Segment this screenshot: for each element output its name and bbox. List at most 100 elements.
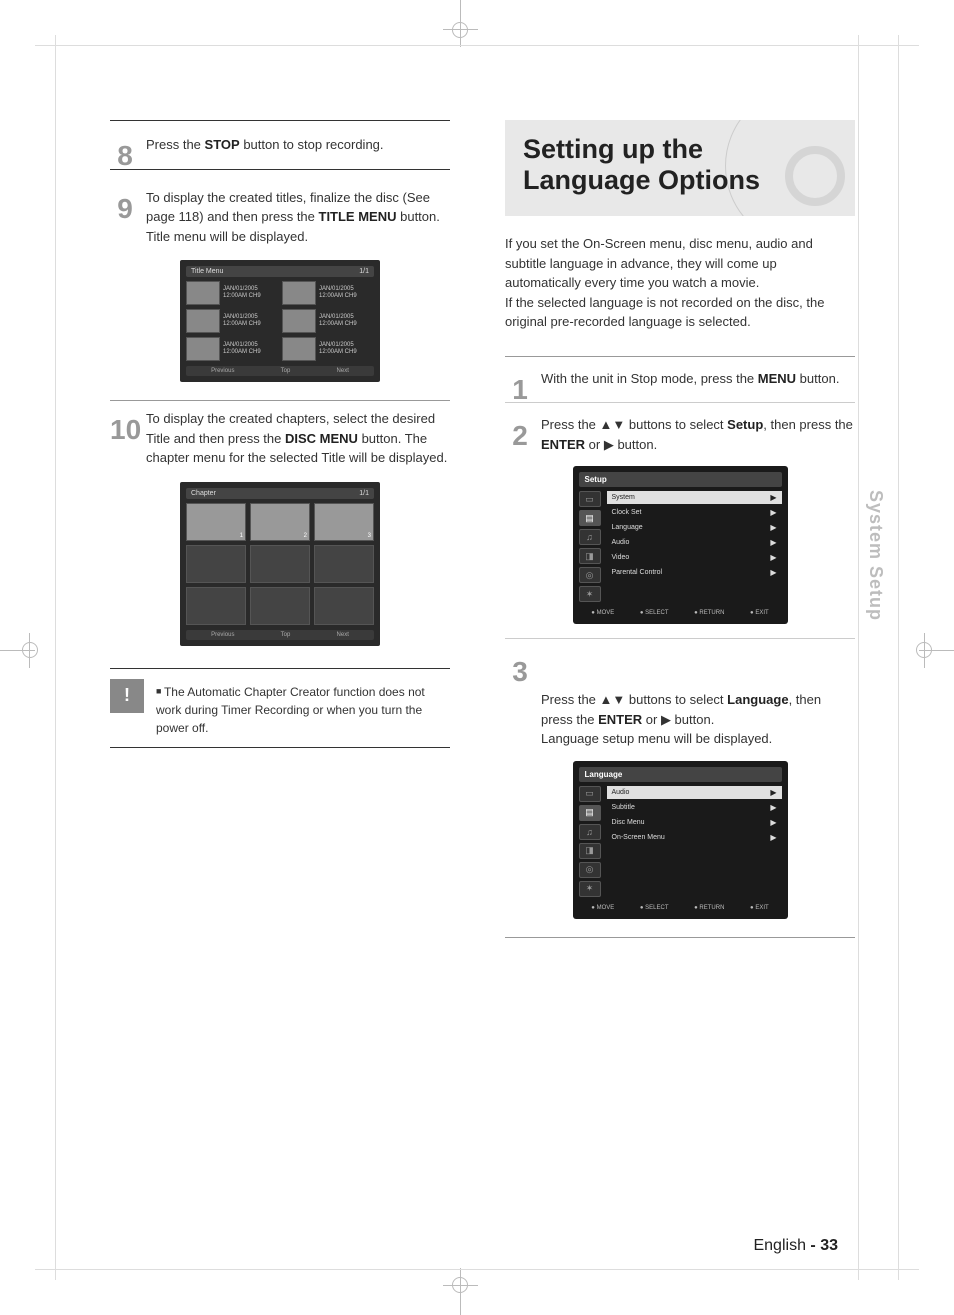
title-menu-screenshot: Title Menu 1/1 JAN/01/200512:00AM CH9 JA… (180, 260, 380, 382)
step-number: 8 (110, 135, 140, 177)
library-icon: ▭ (579, 786, 601, 802)
right-column: Setting up the Language Options If you s… (505, 120, 855, 1240)
title-cell: JAN/01/200512:00AM CH9 (282, 337, 374, 361)
left-column: 8 Press the STOP button to stop recordin… (110, 120, 450, 1240)
library-icon: ▭ (579, 491, 601, 507)
thumbnail (186, 337, 220, 361)
chapter-cell-empty (250, 545, 310, 583)
step-text: Press the ▲▼ buttons to select Setup, th… (541, 417, 853, 452)
disc-icon: ◎ (579, 567, 601, 583)
chapter-cell-empty (314, 545, 374, 583)
title-cell: JAN/01/200512:00AM CH9 (186, 309, 278, 333)
step-8: 8 Press the STOP button to stop recordin… (110, 120, 450, 170)
crop-mark (460, 12, 461, 47)
chapter-cell-empty (250, 587, 310, 625)
intro-text: If you set the On-Screen menu, disc menu… (505, 234, 855, 332)
thumbnail (186, 309, 220, 333)
osd-row: Video▶ (607, 551, 782, 564)
disc-icon: ◎ (579, 862, 601, 878)
osd-page-indicator: 1/1 (359, 268, 369, 275)
step-2: 2 Press the ▲▼ buttons to select Setup, … (505, 402, 855, 624)
page-footer: English - 33 (753, 1237, 844, 1255)
page-content: 8 Press the STOP button to stop recordin… (110, 120, 855, 1240)
osd-page-indicator: 1/1 (359, 490, 369, 497)
step-10: 10 To display the created chapters, sele… (110, 409, 450, 646)
note-icon: ! (110, 679, 144, 713)
chapter-cell: 3 (314, 503, 374, 541)
title-cell: JAN/01/200512:00AM CH9 (186, 337, 278, 361)
crop-mark (460, 1268, 461, 1303)
osd-title: Language (585, 770, 623, 779)
chapter-cell-empty (314, 587, 374, 625)
music-icon: ♫ (579, 529, 601, 545)
osd-legend: MOVESELECTRETURNEXIT (579, 903, 782, 913)
osd-row: Subtitle▶ (607, 801, 782, 814)
step-1: 1 With the unit in Stop mode, press the … (505, 356, 855, 389)
chapter-cell: 2 (250, 503, 310, 541)
programme-icon: ▤ (579, 805, 601, 821)
guide-line (35, 1269, 919, 1270)
setup-icon: ✶ (579, 881, 601, 897)
osd-row: Audio▶ (607, 536, 782, 549)
step-text: With the unit in Stop mode, press the ME… (541, 371, 839, 386)
osd-row: Audio▶ (607, 786, 782, 799)
step-3: 3 Press the ▲▼ buttons to select Languag… (505, 638, 855, 919)
chapter-cell-empty (186, 587, 246, 625)
step-9: 9 To display the created titles, finaliz… (110, 188, 450, 383)
osd-row: On-Screen Menu▶ (607, 831, 782, 844)
osd-setup-screenshot: Setup ▭ ▤ ♫ ◨ ◎ ✶ System▶ Clock Set▶ Lan… (573, 466, 788, 624)
title-cell: JAN/01/200512:00AM CH9 (282, 309, 374, 333)
osd-legend: PreviousTopNext (186, 630, 374, 640)
chapter-cell: 1 (186, 503, 246, 541)
osd-row: Parental Control▶ (607, 566, 782, 579)
osd-legend: MOVESELECTRETURNEXIT (579, 608, 782, 618)
photo-icon: ◨ (579, 843, 601, 859)
crop-mark (924, 633, 925, 668)
heading-title: Setting up the Language Options (523, 134, 837, 196)
step-text: To display the created titles, finalize … (146, 190, 440, 244)
osd-list: System▶ Clock Set▶ Language▶ Audio▶ Vide… (607, 491, 782, 602)
osd-title: Chapter (191, 490, 216, 497)
note-text: The Automatic Chapter Creator function d… (156, 679, 450, 737)
thumbnail (186, 281, 220, 305)
osd-legend: PreviousTopNext (186, 366, 374, 376)
guide-line (55, 35, 56, 1280)
step-text: Press the STOP button to stop recording. (146, 137, 384, 152)
step-text: To display the created chapters, select … (146, 411, 447, 465)
step-text: Press the ▲▼ buttons to select Language,… (541, 692, 821, 746)
guide-line (858, 35, 859, 1280)
page-language: English (753, 1237, 805, 1254)
chapter-menu-screenshot: Chapter 1/1 1 2 3 PreviousTopNext (180, 482, 380, 646)
osd-row: Clock Set▶ (607, 506, 782, 519)
thumbnail (282, 309, 316, 333)
photo-icon: ◨ (579, 548, 601, 564)
section-heading: Setting up the Language Options (505, 120, 855, 216)
programme-icon: ▤ (579, 510, 601, 526)
crop-mark (22, 642, 38, 658)
guide-line (898, 35, 899, 1280)
step-number: 3 (505, 651, 535, 693)
osd-language-screenshot: Language ▭ ▤ ♫ ◨ ◎ ✶ Audio▶ Subtitle▶ Di… (573, 761, 788, 919)
step-number: 9 (110, 188, 140, 230)
separator (110, 400, 450, 401)
side-tab: System Setup (865, 490, 886, 621)
osd-row: Disc Menu▶ (607, 816, 782, 829)
title-cell: JAN/01/200512:00AM CH9 (282, 281, 374, 305)
music-icon: ♫ (579, 824, 601, 840)
osd-row: Language▶ (607, 521, 782, 534)
osd-list: Audio▶ Subtitle▶ Disc Menu▶ On-Screen Me… (607, 786, 782, 897)
step-number: 2 (505, 415, 535, 457)
osd-icon-column: ▭ ▤ ♫ ◨ ◎ ✶ (579, 491, 603, 602)
osd-title: Title Menu (191, 268, 223, 275)
step-number: 10 (110, 409, 140, 451)
step-number: 1 (505, 369, 535, 411)
title-grid-rows: JAN/01/200512:00AM CH9 JAN/01/200512:00A… (186, 281, 374, 361)
note-box: ! The Automatic Chapter Creator function… (110, 668, 450, 748)
chapter-cell-empty (186, 545, 246, 583)
guide-line (35, 45, 919, 46)
crop-mark (29, 633, 30, 668)
osd-row: System▶ (607, 491, 782, 504)
osd-icon-column: ▭ ▤ ♫ ◨ ◎ ✶ (579, 786, 603, 897)
title-cell: JAN/01/200512:00AM CH9 (186, 281, 278, 305)
osd-title: Setup (585, 475, 607, 484)
